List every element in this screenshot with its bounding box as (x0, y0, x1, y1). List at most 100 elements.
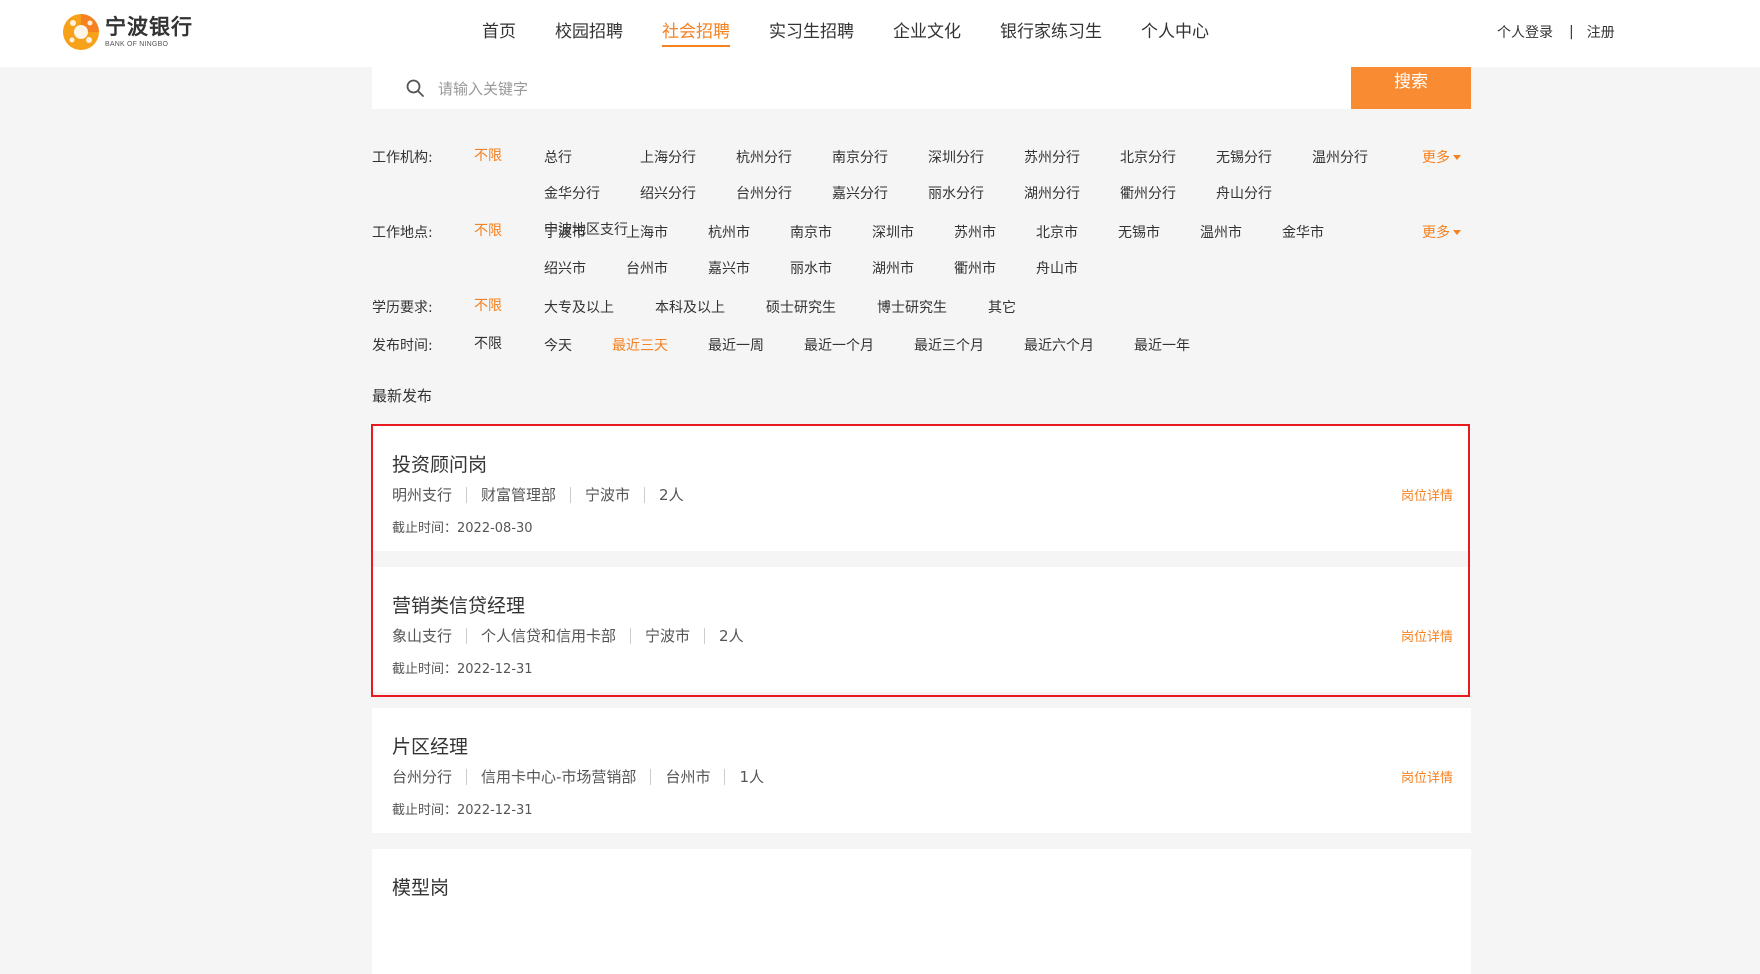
filter-location-option[interactable]: 丽水市 (790, 258, 872, 278)
filter-location-more[interactable]: 更多 (1422, 222, 1461, 242)
filter-label-time: 发布时间: (372, 338, 433, 354)
filter-org-option[interactable]: 上海分行 (640, 147, 736, 167)
bank-logo[interactable]: 宁波银行 BANK OF NINGBO (62, 13, 193, 51)
meta-divider (630, 627, 632, 644)
job-title[interactable]: 投资顾问岗 (392, 450, 487, 477)
job-title[interactable]: 模型岗 (392, 873, 449, 900)
filter-time-option[interactable]: 最近一年 (1134, 335, 1244, 355)
filter-org-option[interactable]: 湖州分行 (1024, 183, 1120, 203)
job-title[interactable]: 营销类信贷经理 (392, 591, 525, 618)
filter-org-option[interactable]: 丽水分行 (928, 183, 1024, 203)
filter-education-option[interactable]: 大专及以上 (544, 297, 655, 317)
job-title[interactable]: 片区经理 (392, 732, 468, 759)
filter-education-option[interactable]: 博士研究生 (877, 297, 988, 317)
filter-location-option[interactable]: 南京市 (790, 222, 872, 242)
filter-education-option[interactable]: 本科及以上 (655, 297, 766, 317)
filter-org-option[interactable]: 金华分行 (544, 183, 640, 203)
search-input[interactable] (436, 73, 1340, 105)
meta-divider (644, 486, 646, 503)
filter-org-more[interactable]: 更多 (1422, 147, 1461, 167)
job-headcount: 2人 (719, 627, 744, 645)
filter-time-option[interactable]: 最近六个月 (1024, 335, 1134, 355)
auth-separator: | (1569, 24, 1574, 40)
job-branch: 象山支行 (392, 627, 453, 645)
job-city: 宁波市 (585, 486, 631, 504)
filter-org-option[interactable]: 嘉兴分行 (832, 183, 928, 203)
filter-location-option[interactable]: 苏州市 (954, 222, 1036, 242)
filter-location-option[interactable]: 无锡市 (1118, 222, 1200, 242)
filter-location-option[interactable]: 北京市 (1036, 222, 1118, 242)
filter-org-option[interactable]: 温州分行 (1312, 147, 1408, 167)
job-detail-link[interactable]: 岗位详情 (1401, 767, 1453, 786)
job-card[interactable]: 投资顾问岗 明州支行 财富管理部 宁波市 2人 截止时间：2022-08-30 … (372, 426, 1471, 551)
nav-personal-center[interactable]: 个人中心 (1141, 0, 1209, 67)
nav-corporate-culture[interactable]: 企业文化 (893, 0, 961, 67)
job-detail-link[interactable]: 岗位详情 (1401, 485, 1453, 504)
filter-org-any[interactable]: 不限 (474, 145, 502, 165)
filter-location-option[interactable]: 台州市 (626, 258, 708, 278)
filter-org-option[interactable]: 南京分行 (832, 147, 928, 167)
job-deadline: 截止时间：2022-12-31 (392, 662, 533, 677)
filter-org-option[interactable]: 无锡分行 (1216, 147, 1312, 167)
filter-location-any[interactable]: 不限 (474, 220, 502, 240)
filter-education-option[interactable]: 硕士研究生 (766, 297, 877, 317)
job-card[interactable]: 营销类信贷经理 象山支行 个人信贷和信用卡部 宁波市 2人 截止时间：2022-… (372, 567, 1471, 692)
filter-label-location: 工作地点: (372, 225, 433, 241)
filter-location-option[interactable]: 上海市 (626, 222, 708, 242)
job-card[interactable]: 模型岗 (372, 849, 1471, 974)
nav-home[interactable]: 首页 (482, 0, 516, 67)
filter-location-option[interactable]: 宁波市 (544, 222, 626, 242)
latest-published-label: 最新发布 (372, 387, 433, 405)
filter-education-option[interactable]: 其它 (988, 297, 1068, 317)
search-button[interactable]: 搜索 (1351, 67, 1471, 109)
job-branch: 明州支行 (392, 486, 453, 504)
main-nav: 首页 校园招聘 社会招聘 实习生招聘 企业文化 银行家练习生 个人中心 (482, 0, 1248, 67)
filter-time-option[interactable]: 最近三个月 (914, 335, 1024, 355)
filter-org-option[interactable]: 杭州分行 (736, 147, 832, 167)
filter-org-option[interactable]: 深圳分行 (928, 147, 1024, 167)
job-meta: 台州分行 信用卡中心-市场营销部 台州市 1人 (392, 766, 764, 787)
nav-social-recruitment[interactable]: 社会招聘 (662, 0, 730, 67)
filter-location-option[interactable]: 舟山市 (1036, 258, 1118, 278)
nav-banker-trainee[interactable]: 银行家练习生 (1000, 0, 1102, 67)
filter-location-option[interactable]: 湖州市 (872, 258, 954, 278)
filter-time-option[interactable]: 最近三天 (612, 335, 708, 355)
filter-time-option[interactable]: 今天 (544, 335, 612, 355)
filter-time-option[interactable]: 最近一周 (708, 335, 804, 355)
filter-location-option[interactable]: 深圳市 (872, 222, 954, 242)
filter-location-option[interactable]: 金华市 (1282, 222, 1364, 242)
auth-links: 个人登录 | 注册 (1497, 0, 1615, 64)
filter-location-option[interactable]: 杭州市 (708, 222, 790, 242)
filter-time-option[interactable]: 最近一个月 (804, 335, 914, 355)
search-icon (406, 79, 424, 97)
job-card[interactable]: 片区经理 台州分行 信用卡中心-市场营销部 台州市 1人 截止时间：2022-1… (372, 708, 1471, 833)
nav-campus-recruitment[interactable]: 校园招聘 (555, 0, 623, 67)
job-city: 宁波市 (645, 627, 691, 645)
meta-divider (466, 486, 468, 503)
filter-org-option[interactable]: 北京分行 (1120, 147, 1216, 167)
job-detail-link[interactable]: 岗位详情 (1401, 626, 1453, 645)
logo-english-text: BANK OF NINGBO (105, 40, 169, 48)
login-link[interactable]: 个人登录 (1497, 22, 1553, 42)
filter-org-option[interactable]: 总行 (544, 147, 640, 167)
filter-org-option[interactable]: 衢州分行 (1120, 183, 1216, 203)
filter-location-option[interactable]: 嘉兴市 (708, 258, 790, 278)
caret-down-icon (1453, 230, 1461, 235)
register-link[interactable]: 注册 (1587, 22, 1615, 42)
site-header: 宁波银行 BANK OF NINGBO 首页 校园招聘 社会招聘 实习生招聘 企… (0, 0, 1760, 67)
job-meta: 象山支行 个人信贷和信用卡部 宁波市 2人 (392, 625, 744, 646)
filter-time-any[interactable]: 不限 (474, 333, 502, 353)
filter-location-option[interactable]: 绍兴市 (544, 258, 626, 278)
filter-org-option[interactable]: 台州分行 (736, 183, 832, 203)
filter-label-organization: 工作机构: (372, 150, 433, 166)
filter-time-options: 今天 最近三天 最近一周 最近一个月 最近三个月 最近六个月 最近一年 (544, 335, 1424, 355)
filter-location-option[interactable]: 衢州市 (954, 258, 1036, 278)
filter-education-any[interactable]: 不限 (474, 295, 502, 315)
filter-org-option[interactable]: 舟山分行 (1216, 183, 1312, 203)
filter-org-option[interactable]: 苏州分行 (1024, 147, 1120, 167)
meta-divider (570, 486, 572, 503)
filter-org-option[interactable]: 绍兴分行 (640, 183, 736, 203)
filter-label-education: 学历要求: (372, 300, 433, 316)
nav-intern-recruitment[interactable]: 实习生招聘 (769, 0, 854, 67)
filter-location-option[interactable]: 温州市 (1200, 222, 1282, 242)
